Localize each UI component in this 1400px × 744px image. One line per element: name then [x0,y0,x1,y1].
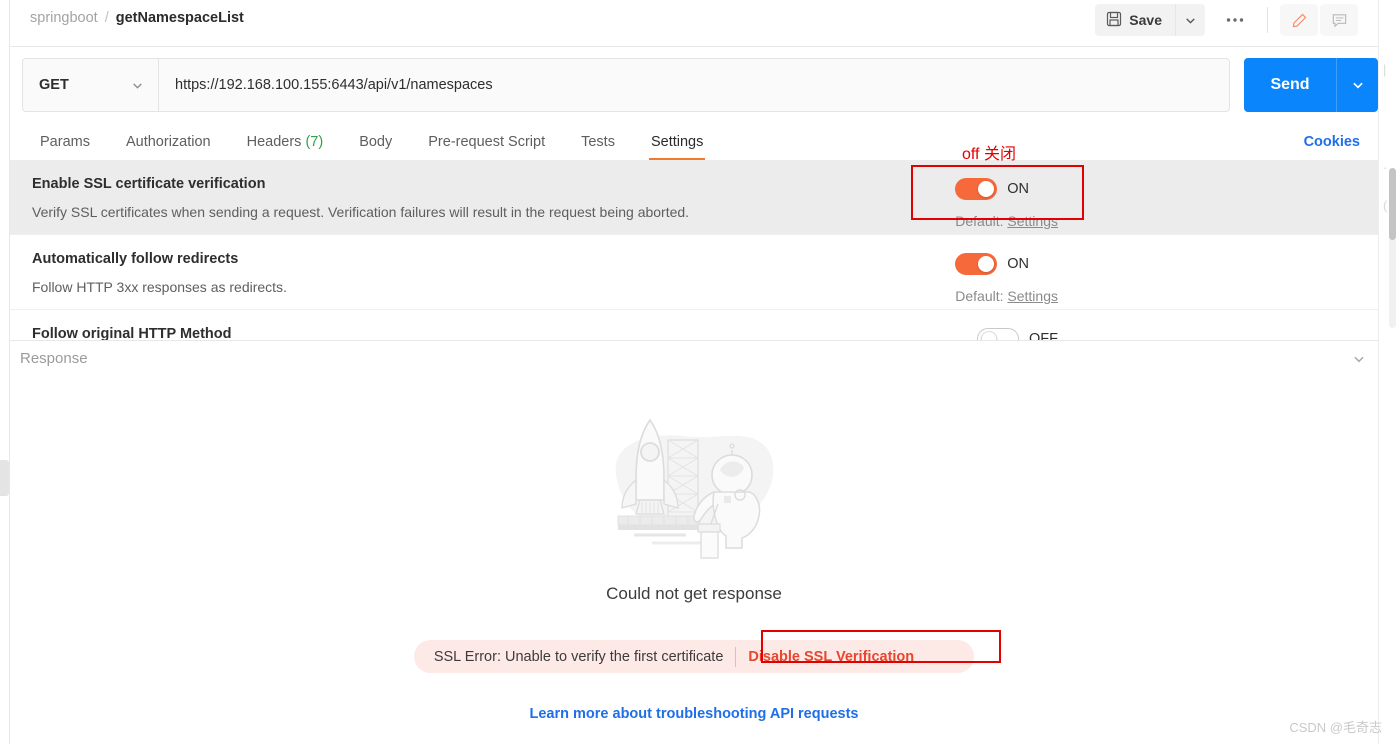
tab-authorization[interactable]: Authorization [108,134,229,160]
http-method-label: GET [39,77,69,93]
request-url-row: GET https://192.168.100.155:6443/api/v1/… [22,58,1378,112]
header-divider [1267,7,1268,33]
ssl-error-divider [735,646,737,667]
header-actions: Save [1095,4,1358,36]
setting-default-link[interactable]: Settings [1007,288,1058,304]
left-rail [0,0,10,744]
follow-redirects-toggle[interactable] [955,253,998,275]
settings-list: Enable SSL certificate verification Veri… [10,160,1378,340]
setting-control: ON Default: Settings [955,178,1058,229]
response-empty-title: Could not get response [606,584,782,603]
response-collapse-button[interactable] [1352,352,1366,366]
pencil-icon [1292,13,1306,27]
setting-description: Follow HTTP 3xx responses as redirects. [32,279,287,295]
tab-label: Authorization [125,134,211,150]
send-button[interactable]: Send [1244,58,1336,112]
request-tabs: Params Authorization Headers (7) Body Pr… [22,134,721,160]
toggle-line: ON [955,253,1029,275]
tab-settings[interactable]: Settings [633,134,721,160]
save-button-label: Save [1129,12,1162,28]
setting-control: OFF [977,328,1058,340]
save-options-caret[interactable] [1175,4,1205,36]
setting-default: Default: Settings [955,288,1058,304]
ssl-error-pill: SSL Error: Unable to verify the first ce… [413,640,975,673]
learn-more-link[interactable]: Learn more about troubleshooting API req… [530,706,859,722]
http-method-select[interactable]: GET [22,58,158,112]
ssl-error-banner: SSL Error: Unable to verify the first ce… [413,630,1001,673]
tab-label: Params [40,134,90,150]
disable-ssl-verification-button[interactable]: Disable SSL Verification [748,649,966,665]
setting-row-original-http-method: Follow original HTTP Method Redirect wit… [10,310,1378,340]
send-options-caret[interactable] [1336,58,1378,112]
setting-row-follow-redirects: Automatically follow redirects Follow HT… [10,235,1378,310]
ssl-verification-toggle[interactable] [955,178,998,200]
setting-description: Verify SSL certificates when sending a r… [32,204,690,220]
ssl-error-message: SSL Error: Unable to verify the first ce… [433,648,724,665]
sidebar-drag-handle[interactable] [0,460,9,496]
setting-control: ON Default: Settings [955,253,1058,304]
chevron-down-icon [1186,17,1195,24]
chevron-down-icon [133,82,142,89]
send-group: Send [1244,58,1378,112]
setting-default: Default: Settings [955,213,1058,229]
tab-params[interactable]: Params [22,134,108,160]
setting-title: Enable SSL certificate verification [32,176,266,192]
right-ghost-mark-2: · [1383,160,1388,175]
right-rail: | · ( [1378,0,1400,744]
settings-scrollbar-thumb[interactable] [1389,168,1396,240]
toggle-state-label: OFF [1029,331,1058,340]
toggle-line: ON [955,178,1029,200]
setting-default-prefix: Default: [955,213,1004,229]
save-icon [1106,11,1122,30]
tab-headers-count: (7) [305,134,324,150]
response-title: Response [20,350,88,367]
breadcrumb-separator: / [104,10,109,26]
response-empty-state: Could not get response SSL Error: Unable… [10,376,1378,744]
comments-button[interactable] [1320,4,1358,36]
rocket-illustration [594,396,794,566]
more-actions-button[interactable] [1213,4,1257,36]
tab-label: Headers [246,134,302,150]
setting-row-ssl-verification: Enable SSL certificate verification Veri… [10,160,1378,235]
breadcrumb-collection[interactable]: springboot [30,10,98,26]
request-tabs-row: Params Authorization Headers (7) Body Pr… [10,122,1378,160]
tab-label: Tests [581,134,615,150]
request-url-input[interactable]: https://192.168.100.155:6443/api/v1/name… [158,58,1230,112]
toggle-state-label: ON [1007,181,1030,197]
postman-window: | · ( springboot / getNamespaceList Save [0,0,1400,744]
right-ghost-mark-1: | [1383,62,1387,77]
edit-request-button[interactable] [1280,4,1318,36]
tab-label: Pre-request Script [428,134,546,150]
setting-default-link[interactable]: Settings [1007,213,1058,229]
response-header: Response [10,340,1378,376]
ellipsis-icon [1226,18,1244,22]
cookies-link[interactable]: Cookies [1304,134,1360,160]
tab-label: Settings [650,134,704,150]
setting-default-prefix: Default: [955,288,1004,304]
breadcrumb-request-name[interactable]: getNamespaceList [116,10,244,26]
tab-headers[interactable]: Headers (7) [229,134,342,160]
settings-scrollbar[interactable] [1389,168,1396,328]
original-http-method-toggle[interactable] [977,328,1019,340]
chevron-down-icon [1354,356,1364,362]
right-ghost-mark-3: ( [1383,198,1388,213]
request-header: springboot / getNamespaceList Save [10,0,1378,47]
chevron-down-icon [1352,82,1363,89]
save-button[interactable]: Save [1095,4,1175,36]
comment-icon [1332,13,1346,27]
tab-label: Body [359,134,393,150]
toggle-state-label: ON [1007,256,1030,272]
watermark: CSDN @毛奇志 [1289,720,1382,735]
tab-pre-request-script[interactable]: Pre-request Script [410,134,563,160]
toggle-line: OFF [977,328,1058,340]
tab-body[interactable]: Body [341,134,410,160]
tab-tests[interactable]: Tests [563,134,633,160]
setting-title: Follow original HTTP Method [32,326,232,340]
rocket-launchpad-icon [615,418,774,559]
breadcrumb: springboot / getNamespaceList [30,10,244,26]
setting-title: Automatically follow redirects [32,251,239,267]
